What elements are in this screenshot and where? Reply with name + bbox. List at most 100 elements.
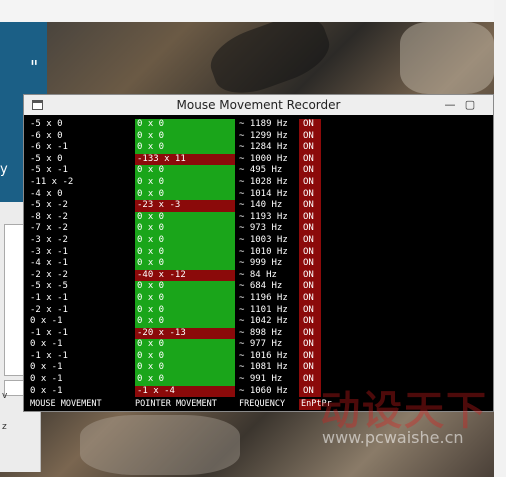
cell-frequency: ~ 1000 Hz [239, 153, 288, 164]
cell-mouse-movement: -6 x -1 [30, 142, 68, 153]
cell-mouse-movement: -2 x -1 [30, 304, 68, 315]
cell-frequency: ~ 1081 Hz [239, 362, 288, 373]
cell-frequency: ~ 1042 Hz [239, 316, 288, 327]
cell-mouse-movement: 0 x -1 [30, 385, 63, 396]
cell-pointer-movement: 0 x 0 [135, 281, 235, 293]
cell-frequency: ~ 1193 Hz [239, 211, 288, 222]
header-pointer-movement: POINTER MOVEMENT [135, 399, 217, 409]
cell-status-on: ON [299, 234, 321, 247]
minimize-button[interactable]: — [440, 97, 460, 113]
cell-frequency: ~ 1101 Hz [239, 304, 288, 315]
cell-status-on: ON [299, 292, 321, 305]
cell-mouse-movement: 0 x -1 [30, 339, 63, 350]
cell-pointer-movement: -20 x -13 [135, 327, 235, 340]
cell-status-on: ON [299, 246, 321, 259]
cell-status-on: ON [299, 281, 321, 293]
cell-mouse-movement: -3 x -1 [30, 246, 68, 257]
console-area: -5 x 0 0 x 0 ~ 1189 Hz ON -6 x 0 0 x 0 ~ 1299 … [24, 115, 493, 411]
cell-pointer-movement: -133 x 11 [135, 153, 235, 166]
cell-status-on: ON [299, 258, 321, 270]
window-title: Mouse Movement Recorder [176, 98, 341, 112]
cell-pointer-movement: 0 x 0 [135, 362, 235, 375]
cell-mouse-movement: -3 x -2 [30, 234, 68, 245]
cell-frequency: ~ 1014 Hz [239, 188, 288, 199]
cell-pointer-movement: -23 x -3 [135, 200, 235, 212]
header-mouse-movement: MOUSE MOVEMENT [30, 399, 102, 409]
cell-status-on: ON [299, 200, 321, 212]
title-bar[interactable]: Mouse Movement Recorder — ▢ [24, 95, 493, 115]
cell-status-on: ON [299, 130, 321, 143]
cell-pointer-movement: 0 x 0 [135, 350, 235, 363]
cell-pointer-movement: 0 x 0 [135, 258, 235, 270]
cell-status-on: ON [299, 339, 321, 351]
cell-frequency: ~ 495 Hz [239, 165, 283, 176]
cell-pointer-movement: 0 x 0 [135, 142, 235, 154]
cell-frequency: ~ 977 Hz [239, 339, 283, 350]
cell-mouse-movement: -6 x 0 [30, 130, 63, 141]
cell-status-on: ON [299, 385, 321, 398]
cell-mouse-movement: -5 x 0 [30, 119, 63, 129]
cell-frequency: ~ 84 Hz [239, 269, 277, 280]
cell-frequency: ~ 1284 Hz [239, 142, 288, 153]
cell-mouse-movement: -4 x -1 [30, 258, 68, 269]
cell-status-on: ON [299, 350, 321, 363]
wallpaper-shape [80, 415, 240, 475]
background-dialog-text: v [2, 391, 8, 401]
cell-status-on: ON [299, 142, 321, 154]
cell-mouse-movement: -7 x -2 [30, 223, 68, 234]
cell-mouse-movement: -1 x -1 [30, 327, 68, 338]
cell-status-on: ON [299, 153, 321, 166]
cell-status-on: ON [299, 316, 321, 328]
cell-status-on: ON [299, 119, 321, 131]
cell-frequency: ~ 898 Hz [239, 327, 283, 338]
cell-mouse-movement: -5 x -1 [30, 165, 68, 176]
cell-status-on: ON [299, 327, 321, 340]
cell-pointer-movement: 0 x 0 [135, 130, 235, 143]
cell-frequency: ~ 1016 Hz [239, 350, 288, 361]
cell-mouse-movement: 0 x -1 [30, 362, 63, 373]
cell-frequency: ~ 1189 Hz [239, 119, 288, 129]
cell-frequency: ~ 999 Hz [239, 258, 283, 269]
cell-pointer-movement: 0 x 0 [135, 304, 235, 317]
cell-mouse-movement: -8 x -2 [30, 211, 68, 222]
cell-pointer-movement: 0 x 0 [135, 246, 235, 259]
cell-frequency: ~ 1028 Hz [239, 176, 288, 187]
cell-pointer-movement: -1 x -4 [135, 385, 235, 398]
background-window-text: y [0, 162, 8, 177]
cell-frequency: ~ 1196 Hz [239, 292, 288, 303]
header-frequency: FREQUENCY [239, 399, 286, 409]
cell-status-on: ON [299, 176, 321, 189]
cell-mouse-movement: 0 x -1 [30, 374, 63, 385]
cell-pointer-movement: 0 x 0 [135, 223, 235, 235]
cell-frequency: ~ 684 Hz [239, 281, 283, 292]
maximize-button[interactable]: ▢ [460, 97, 480, 113]
background-window-quote: " [30, 57, 39, 78]
cell-pointer-movement: -40 x -12 [135, 269, 235, 282]
cell-pointer-movement: 0 x 0 [135, 339, 235, 351]
cell-mouse-movement: -4 x 0 [30, 188, 63, 199]
cell-status-on: ON [299, 223, 321, 235]
cell-mouse-movement: -5 x 0 [30, 153, 63, 164]
cell-pointer-movement: 0 x 0 [135, 316, 235, 328]
top-margin [0, 0, 506, 22]
cell-status-on: ON [299, 188, 321, 201]
cell-frequency: ~ 991 Hz [239, 374, 283, 385]
cell-mouse-movement: -1 x -1 [30, 350, 68, 361]
cell-pointer-movement: 0 x 0 [135, 119, 235, 131]
cell-pointer-movement: 0 x 0 [135, 292, 235, 305]
cell-pointer-movement: 0 x 0 [135, 165, 235, 177]
cell-status-on: ON [299, 269, 321, 282]
watermark-url: www.pcwaishe.cn [322, 428, 464, 447]
cell-frequency: ~ 1003 Hz [239, 234, 288, 245]
cell-status-on: ON [299, 211, 321, 224]
cell-mouse-movement: 0 x -1 [30, 316, 63, 327]
recorder-window[interactable]: Mouse Movement Recorder — ▢ -5 x 0 0 x 0 ~… [23, 94, 494, 412]
cell-mouse-movement: -5 x -5 [30, 281, 68, 292]
right-margin [494, 0, 506, 477]
cell-pointer-movement: 0 x 0 [135, 374, 235, 386]
cell-pointer-movement: 0 x 0 [135, 176, 235, 189]
cell-pointer-movement: 0 x 0 [135, 234, 235, 247]
cell-status-on: ON [299, 304, 321, 317]
cell-frequency: ~ 973 Hz [239, 223, 283, 234]
cell-frequency: ~ 1299 Hz [239, 130, 288, 141]
